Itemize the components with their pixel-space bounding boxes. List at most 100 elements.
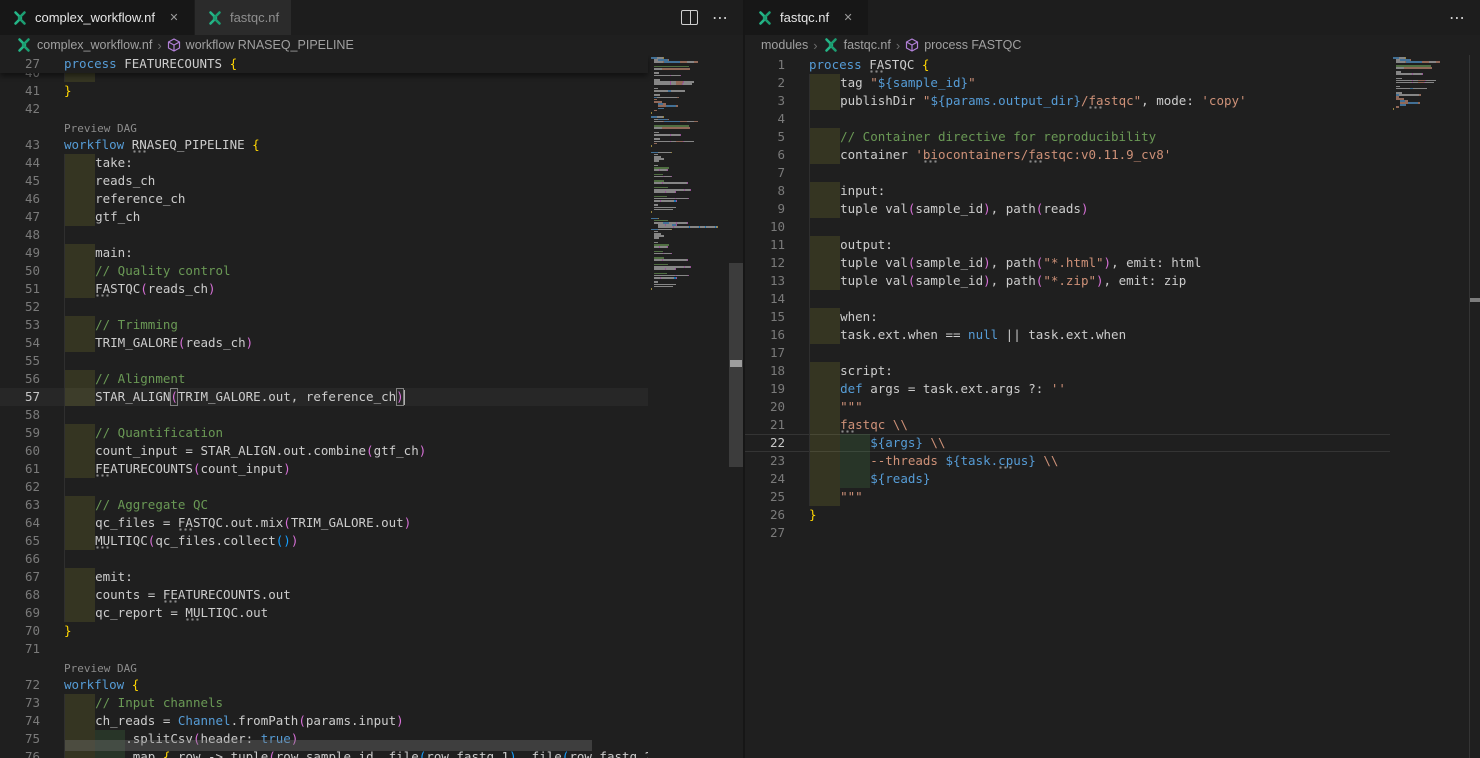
line-number[interactable]: 61 [0, 460, 64, 478]
code-line[interactable]: 17 [745, 344, 1390, 362]
breadcrumb-symbol[interactable]: process FASTQC [905, 38, 1021, 52]
line-number[interactable]: 20 [745, 398, 809, 416]
line-number[interactable]: 42 [0, 100, 64, 118]
codelens-preview-dag[interactable]: Preview DAG [64, 662, 137, 676]
code-line[interactable]: 48 [0, 226, 648, 244]
line-number[interactable]: 64 [0, 514, 64, 532]
code-line[interactable]: 60 count_input = STAR_ALIGN.out.combine(… [0, 442, 648, 460]
code-line[interactable]: 7 [745, 164, 1390, 182]
line-number[interactable]: 54 [0, 334, 64, 352]
line-number[interactable]: 46 [0, 190, 64, 208]
code-line[interactable]: 56 // Alignment [0, 370, 648, 388]
code-area-left[interactable]: 40 """41}42Preview DAG43workflow RNASEQ_… [0, 55, 648, 758]
line-number[interactable]: 18 [745, 362, 809, 380]
code-area-right[interactable]: 1process FASTQC {2 tag "${sample_id}"3 p… [745, 55, 1390, 758]
horizontal-scrollbar-thumb[interactable] [65, 740, 592, 751]
code-line[interactable]: 21 fastqc \\ [745, 416, 1390, 434]
line-number[interactable]: 74 [0, 712, 64, 730]
code-line[interactable]: 46 reference_ch [0, 190, 648, 208]
code-line[interactable]: 54 TRIM_GALORE(reads_ch) [0, 334, 648, 352]
line-number[interactable]: 69 [0, 604, 64, 622]
minimap-right[interactable] [1390, 55, 1466, 758]
code-line[interactable]: 13 tuple val(sample_id), path("*.zip"), … [745, 272, 1390, 290]
code-line[interactable]: 52 [0, 298, 648, 316]
line-number[interactable]: 45 [0, 172, 64, 190]
code-line[interactable]: 5 // Container directive for reproducibi… [745, 128, 1390, 146]
line-number[interactable]: 50 [0, 262, 64, 280]
breadcrumb-folder[interactable]: modules [761, 38, 808, 52]
code-line[interactable]: 2 tag "${sample_id}" [745, 74, 1390, 92]
code-line[interactable]: 73 // Input channels [0, 694, 648, 712]
line-number[interactable]: 55 [0, 352, 64, 370]
code-line[interactable]: 4 [745, 110, 1390, 128]
split-editor-icon[interactable] [681, 10, 698, 25]
tab-fastqc-left[interactable]: fastqc.nf [195, 0, 291, 35]
line-number[interactable]: 12 [745, 254, 809, 272]
breadcrumb-symbol[interactable]: workflow RNASEQ_PIPELINE [167, 38, 354, 52]
code-line[interactable]: 14 [745, 290, 1390, 308]
line-number[interactable]: 26 [745, 506, 809, 524]
code-line[interactable]: 67 emit: [0, 568, 648, 586]
line-number[interactable]: 22 [745, 434, 809, 452]
code-line[interactable]: 45 reads_ch [0, 172, 648, 190]
code-line[interactable]: 27process FEATURECOUNTS { [0, 55, 648, 73]
code-line[interactable]: 63 // Aggregate QC [0, 496, 648, 514]
line-number[interactable]: 67 [0, 568, 64, 586]
code-line[interactable]: 64 qc_files = FASTQC.out.mix(TRIM_GALORE… [0, 514, 648, 532]
line-number[interactable]: 23 [745, 452, 809, 470]
line-number[interactable]: 56 [0, 370, 64, 388]
code-line[interactable]: 72workflow { [0, 676, 648, 694]
breadcrumb-file[interactable]: fastqc.nf [823, 37, 891, 53]
code-line[interactable]: 3 publishDir "${params.output_dir}/fastq… [745, 92, 1390, 110]
line-number[interactable]: 5 [745, 128, 809, 146]
code-line[interactable]: 59 // Quantification [0, 424, 648, 442]
line-number[interactable]: 19 [745, 380, 809, 398]
code-line[interactable]: 26} [745, 506, 1390, 524]
line-number[interactable]: 73 [0, 694, 64, 712]
line-number[interactable]: 49 [0, 244, 64, 262]
code-line[interactable]: 53 // Trimming [0, 316, 648, 334]
line-number[interactable]: 24 [745, 470, 809, 488]
line-number[interactable]: 65 [0, 532, 64, 550]
code-line[interactable]: 6 container 'biocontainers/fastqc:v0.11.… [745, 146, 1390, 164]
line-number[interactable]: 2 [745, 74, 809, 92]
line-number[interactable]: 6 [745, 146, 809, 164]
code-line[interactable]: 55 [0, 352, 648, 370]
more-actions-icon[interactable]: ⋯ [712, 8, 729, 28]
line-number[interactable]: 3 [745, 92, 809, 110]
code-line[interactable]: 41} [0, 82, 648, 100]
line-number[interactable]: 57 [0, 388, 64, 406]
editor-left[interactable]: 40 """41}42Preview DAG43workflow RNASEQ_… [0, 55, 743, 758]
line-number[interactable]: 14 [745, 290, 809, 308]
line-number[interactable]: 4 [745, 110, 809, 128]
line-number[interactable]: 47 [0, 208, 64, 226]
code-line[interactable]: 24 ${reads} [745, 470, 1390, 488]
line-number[interactable]: 10 [745, 218, 809, 236]
code-line[interactable]: 22 ${args} \\ [745, 434, 1390, 452]
sticky-scroll-line[interactable]: 27process FEATURECOUNTS { [0, 55, 648, 73]
close-icon[interactable]: ✕ [166, 10, 182, 26]
line-number[interactable]: 9 [745, 200, 809, 218]
more-actions-icon[interactable]: ⋯ [1449, 8, 1466, 28]
code-line[interactable]: 15 when: [745, 308, 1390, 326]
breadcrumb-file[interactable]: complex_workflow.nf [16, 37, 152, 53]
line-number[interactable]: 51 [0, 280, 64, 298]
line-number[interactable]: 8 [745, 182, 809, 200]
code-line[interactable]: 9 tuple val(sample_id), path(reads) [745, 200, 1390, 218]
line-number[interactable]: 16 [745, 326, 809, 344]
line-number[interactable]: 11 [745, 236, 809, 254]
line-number[interactable]: 60 [0, 442, 64, 460]
code-line[interactable]: 8 input: [745, 182, 1390, 200]
line-number[interactable]: 76 [0, 748, 64, 758]
code-line[interactable]: 23 --threads ${task.cpus} \\ [745, 452, 1390, 470]
line-number[interactable]: 63 [0, 496, 64, 514]
line-number[interactable]: 25 [745, 488, 809, 506]
line-number[interactable]: 27 [745, 524, 809, 542]
line-number[interactable]: 68 [0, 586, 64, 604]
code-line[interactable]: 44 take: [0, 154, 648, 172]
codelens-preview-dag[interactable]: Preview DAG [64, 122, 137, 136]
code-line[interactable]: 25 """ [745, 488, 1390, 506]
line-number[interactable]: 15 [745, 308, 809, 326]
code-line[interactable]: 66 [0, 550, 648, 568]
line-number[interactable]: 53 [0, 316, 64, 334]
